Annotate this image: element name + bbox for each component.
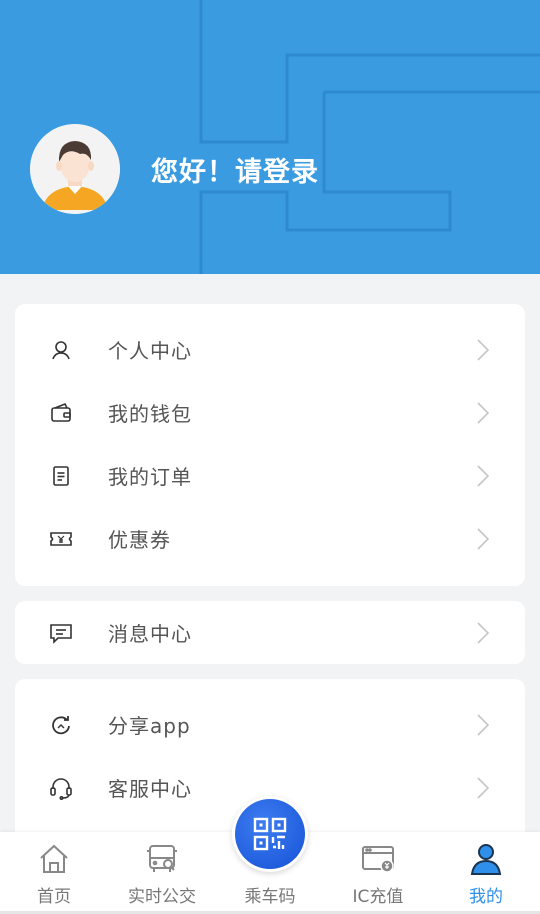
chevron-right-icon	[477, 776, 489, 799]
avatar[interactable]	[30, 124, 120, 214]
order-icon	[49, 464, 73, 488]
menu-card-messages: 消息中心	[15, 601, 525, 664]
coupon-icon	[49, 527, 73, 551]
tab-label: 实时公交	[128, 887, 196, 907]
tab-label: 乘车码	[244, 887, 296, 907]
tab-label: 我的	[469, 887, 503, 907]
chevron-right-icon	[477, 338, 489, 361]
chevron-right-icon	[477, 401, 489, 424]
menu-item-label: 分享app	[108, 714, 191, 738]
tab-home[interactable]: 首页	[0, 832, 108, 914]
tab-realtime-bus[interactable]: 实时公交	[108, 832, 216, 914]
chevron-right-icon	[477, 621, 489, 644]
tab-ic-recharge[interactable]: IC充值	[324, 832, 432, 914]
share-icon	[49, 713, 73, 737]
user-icon	[49, 338, 73, 362]
menu-item-personal-center[interactable]: 个人中心	[15, 318, 525, 381]
profile-header: 您好！请登录	[0, 0, 540, 274]
chevron-right-icon	[477, 527, 489, 550]
message-icon	[49, 621, 73, 645]
menu-item-label: 个人中心	[108, 339, 192, 363]
chevron-right-icon	[477, 713, 489, 736]
menu-item-wallet[interactable]: 我的钱包	[15, 381, 525, 444]
menu-item-message-center[interactable]: 消息中心	[15, 601, 525, 664]
menu-item-label: 消息中心	[108, 622, 192, 646]
bus-search-icon	[147, 845, 177, 872]
menu-item-label: 我的订单	[108, 465, 192, 489]
tab-label: IC充值	[352, 887, 404, 907]
menu-card-account: 个人中心 我的钱包 我的订单 优惠券	[15, 304, 525, 586]
menu-item-label: 客服中心	[108, 777, 192, 801]
menu-item-coupons[interactable]: 优惠券	[15, 507, 525, 570]
menu-item-label: 我的钱包	[108, 402, 192, 426]
tab-mine[interactable]: 我的	[432, 832, 540, 914]
chevron-right-icon	[477, 464, 489, 487]
menu-item-share-app[interactable]: 分享app	[15, 693, 525, 756]
wallet-icon	[49, 401, 73, 425]
login-prompt[interactable]: 您好！请登录	[151, 150, 319, 189]
tab-label: 首页	[37, 887, 71, 907]
menu-item-label: 优惠券	[108, 528, 171, 552]
menu-item-orders[interactable]: 我的订单	[15, 444, 525, 507]
profile-icon	[470, 844, 502, 875]
ic-card-recharge-icon	[362, 846, 394, 873]
headset-icon	[49, 776, 73, 800]
home-icon	[40, 844, 68, 873]
qr-code-icon	[235, 799, 305, 869]
ride-code-button[interactable]	[232, 796, 308, 872]
